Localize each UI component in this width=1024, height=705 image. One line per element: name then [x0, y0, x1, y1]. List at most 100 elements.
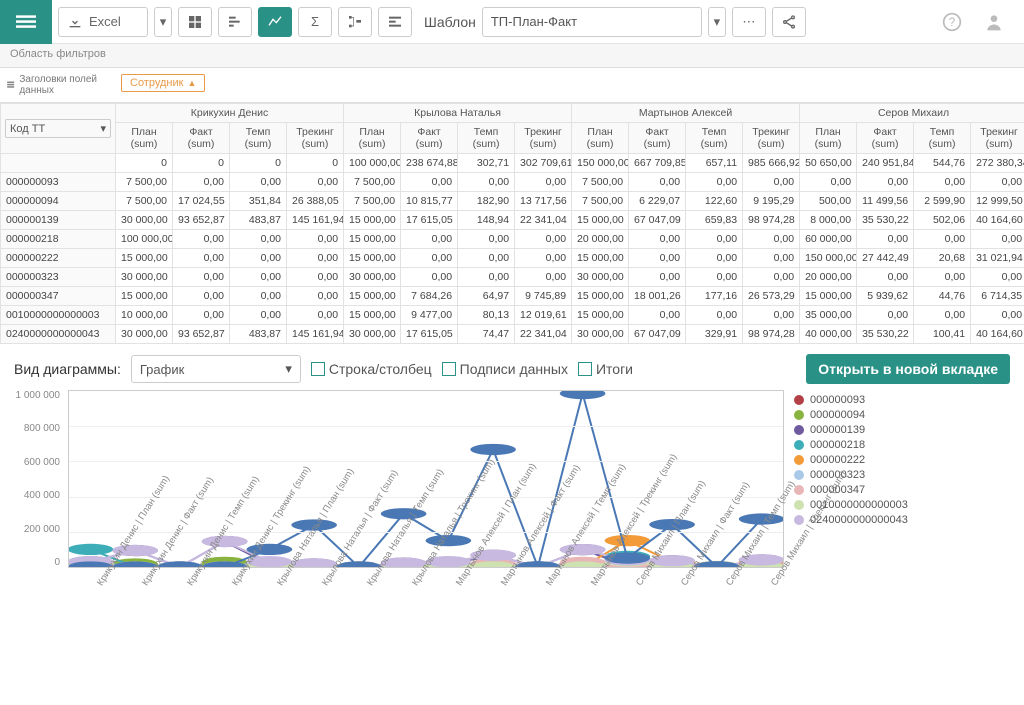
col-header-measure[interactable]: Трекинг(sum)	[287, 123, 344, 154]
cell: 0,00	[515, 173, 572, 192]
col-header-measure[interactable]: Трекинг(sum)	[743, 123, 800, 154]
cell: 0,00	[458, 173, 515, 192]
sigma-button[interactable]: Σ	[298, 7, 332, 37]
cell: 0,00	[458, 230, 515, 249]
line-chart-button[interactable]	[258, 7, 292, 37]
legend-item[interactable]: 000000093	[810, 394, 865, 406]
row-header[interactable]: 000000094	[1, 192, 116, 211]
row-header[interactable]: 000000347	[1, 287, 116, 306]
col-header-measure[interactable]: Факт(sum)	[629, 123, 686, 154]
tree-view-button[interactable]	[338, 7, 372, 37]
legend-item[interactable]: 000000139	[810, 424, 865, 436]
chart-type-label: Вид диаграммы:	[14, 361, 121, 377]
cell: 26 388,05	[287, 192, 344, 211]
chk-totals[interactable]: Итоги	[578, 361, 633, 377]
cell: 0,00	[287, 249, 344, 268]
col-header-employee[interactable]: Крылова Наталья	[344, 104, 572, 123]
user-icon[interactable]	[976, 12, 1012, 32]
template-select[interactable]: ТП-План-Факт	[482, 7, 702, 37]
cell: 272 380,34	[971, 154, 1024, 173]
cell: 0,00	[515, 249, 572, 268]
cell: 0,00	[629, 306, 686, 325]
cell: 30 000,00	[116, 325, 173, 344]
cell: 0,00	[971, 230, 1024, 249]
col-header-measure[interactable]: Темп(sum)	[230, 123, 287, 154]
col-header-employee[interactable]: Серов Михаил	[800, 104, 1024, 123]
share-button[interactable]	[772, 7, 806, 37]
cell: 11 499,56	[857, 192, 914, 211]
pivot-table: Код ТТ▾ Крикухин ДенисКрылова НатальяМарт…	[0, 103, 1024, 344]
menu-button[interactable]	[0, 0, 52, 44]
cell: 148,94	[458, 211, 515, 230]
cell: 0,00	[230, 230, 287, 249]
col-header-employee[interactable]: Мартынов Алексей	[572, 104, 800, 123]
col-header-measure[interactable]: План(sum)	[572, 123, 629, 154]
row-header[interactable]: 000000139	[1, 211, 116, 230]
cell: 0,00	[173, 173, 230, 192]
row-header[interactable]: 0240000000000043	[1, 325, 116, 344]
cell: 93 652,87	[173, 325, 230, 344]
cell: 7 500,00	[572, 173, 629, 192]
row-header[interactable]: 000000218	[1, 230, 116, 249]
table-row: 00000032330 000,000,000,000,0030 000,000…	[1, 268, 1024, 287]
cell: 30 000,00	[572, 325, 629, 344]
legend-item[interactable]: 000000094	[810, 409, 865, 421]
chart-plot: 1 000 000800 000600 000400 000200 0000	[14, 388, 784, 578]
col-header-measure[interactable]: План(sum)	[344, 123, 401, 154]
export-excel-button[interactable]: Excel	[58, 7, 148, 37]
table-row: 024000000000004330 000,0093 652,87483,87…	[1, 325, 1024, 344]
row-header[interactable]: 0010000000000003	[1, 306, 116, 325]
open-new-tab-button[interactable]: Открыть в новой вкладке	[806, 354, 1010, 384]
help-icon[interactable]: ?	[934, 12, 970, 32]
table-row: 0000100 000,00238 674,88302,71302 709,61…	[1, 154, 1024, 173]
cell: 0,00	[743, 230, 800, 249]
cell: 2 599,90	[914, 192, 971, 211]
filter-area[interactable]: Область фильтров	[0, 44, 1024, 68]
more-options-button[interactable]: ⋯	[732, 7, 766, 37]
cell: 0,00	[287, 268, 344, 287]
cell: 0,00	[686, 230, 743, 249]
col-header-measure[interactable]: Факт(sum)	[173, 123, 230, 154]
legend-item[interactable]: 000000218	[810, 439, 865, 451]
col-header-measure[interactable]: Трекинг(sum)	[515, 123, 572, 154]
col-header-measure[interactable]: Темп(sum)	[458, 123, 515, 154]
cell: 659,83	[686, 211, 743, 230]
chk-row-column[interactable]: Строка/столбец	[311, 361, 432, 377]
cell: 240 951,84	[857, 154, 914, 173]
row-header[interactable]: 000000222	[1, 249, 116, 268]
cell: 0,00	[458, 249, 515, 268]
detail-view-button[interactable]	[378, 7, 412, 37]
row-header[interactable]: 000000093	[1, 173, 116, 192]
cell: 35 000,00	[800, 306, 857, 325]
legend-item[interactable]: 0240000000000043	[810, 514, 908, 526]
row-header[interactable]	[1, 154, 116, 173]
col-header-employee[interactable]: Крикухин Денис	[116, 104, 344, 123]
cell: 0,00	[173, 306, 230, 325]
cell: 0,00	[173, 230, 230, 249]
export-excel-label: Excel	[89, 14, 121, 29]
bar-chart-button[interactable]	[218, 7, 252, 37]
col-header-measure[interactable]: План(sum)	[116, 123, 173, 154]
chart-type-select[interactable]: График▾	[131, 355, 301, 383]
table-view-button[interactable]	[178, 7, 212, 37]
col-header-measure[interactable]: Темп(sum)	[686, 123, 743, 154]
col-header-measure[interactable]: Темп(sum)	[914, 123, 971, 154]
row-header[interactable]: 000000323	[1, 268, 116, 287]
cell: 0,00	[287, 306, 344, 325]
cell: 80,13	[458, 306, 515, 325]
col-header-measure[interactable]: Факт(sum)	[857, 123, 914, 154]
cell: 5 939,62	[857, 287, 914, 306]
col-header-measure[interactable]: Факт(sum)	[401, 123, 458, 154]
col-header-measure[interactable]: План(sum)	[800, 123, 857, 154]
column-field-employee[interactable]: Сотрудник▲	[121, 74, 205, 92]
cell: 30 000,00	[344, 268, 401, 287]
export-dropdown[interactable]: ▾	[154, 7, 172, 37]
col-header-measure[interactable]: Трекинг(sum)	[971, 123, 1024, 154]
cell: 35 530,22	[857, 211, 914, 230]
template-dropdown[interactable]: ▾	[708, 7, 726, 37]
cell: 10 815,77	[401, 192, 458, 211]
row-field-select[interactable]: Код ТТ▾	[5, 119, 111, 138]
cell: 60 000,00	[800, 230, 857, 249]
chk-data-labels[interactable]: Подписи данных	[442, 361, 568, 377]
legend-item[interactable]: 000000222	[810, 454, 865, 466]
